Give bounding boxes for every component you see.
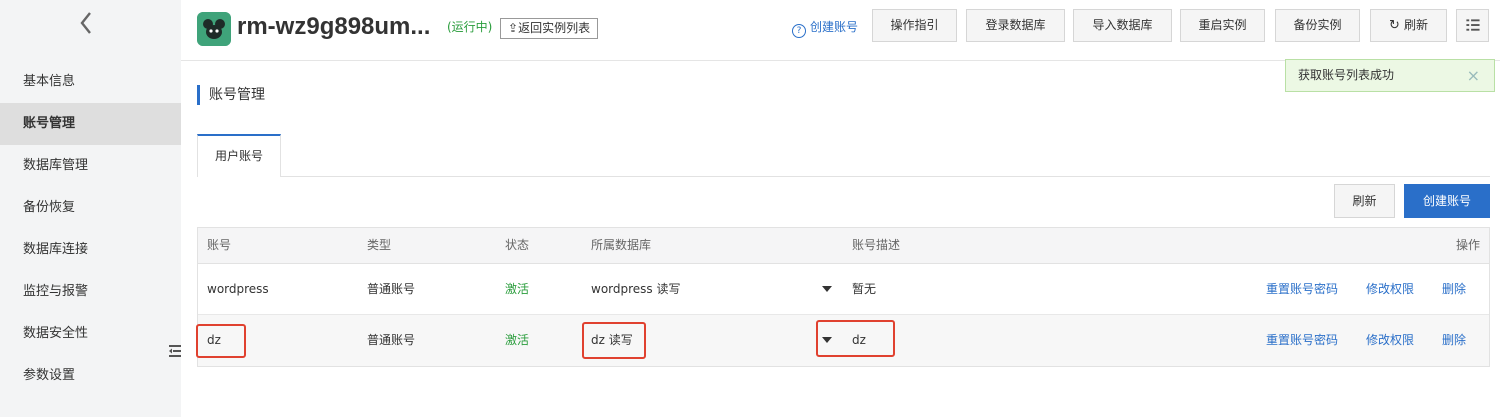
import-database-button[interactable]: 导入数据库	[1073, 9, 1172, 42]
rds-logo-icon	[197, 12, 231, 46]
instance-status-badge: (运行中)	[447, 20, 493, 34]
column-header-type: 类型	[367, 238, 392, 252]
table-row: dz 普通账号 激活 dz 读写 dz 重置账号密码 修改权限 删除	[196, 315, 1489, 366]
tab-user-accounts[interactable]: 用户账号	[197, 134, 281, 177]
column-header-account: 账号	[207, 238, 232, 252]
instance-header: rm-wz9g898um... (运行中) ⇪返回实例列表 ? 创建账号 操作指引…	[181, 0, 1500, 61]
delete-link[interactable]: 删除	[1442, 315, 1466, 365]
account-type: 普通账号	[367, 333, 416, 347]
list-menu-icon[interactable]	[1456, 9, 1489, 42]
chevron-down-icon[interactable]	[822, 286, 832, 292]
table-header: 账号 类型 状态 所属数据库 账号描述 操作	[198, 228, 1489, 264]
instance-name: rm-wz9g898um...	[237, 13, 431, 40]
close-icon[interactable]: ×	[1467, 60, 1480, 91]
operation-guide-button[interactable]: 操作指引	[872, 9, 957, 42]
column-header-actions: 操作	[1456, 238, 1481, 252]
sidebar-item-monitoring-alerts[interactable]: 监控与报警	[0, 271, 181, 313]
tab-divider	[197, 176, 1490, 177]
create-account-button[interactable]: 创建账号	[1404, 184, 1490, 218]
create-account-help-link[interactable]: ? 创建账号	[792, 18, 858, 38]
login-database-button[interactable]: 登录数据库	[966, 9, 1065, 42]
success-toast: 获取账号列表成功 ×	[1285, 59, 1495, 92]
refresh-icon: ↻	[1389, 18, 1400, 33]
account-status: 激活	[505, 282, 530, 296]
table-row: wordpress 普通账号 激活 wordpress 读写 暂无 重置账号密码…	[198, 264, 1489, 315]
account-description: 暂无	[852, 282, 877, 296]
account-name: wordpress	[207, 282, 269, 296]
page-title: 账号管理	[197, 85, 265, 105]
restart-instance-button[interactable]: 重启实例	[1180, 9, 1265, 42]
back-to-instance-list-button[interactable]: ⇪返回实例列表	[500, 18, 599, 39]
toast-message: 获取账号列表成功	[1298, 68, 1395, 82]
question-circle-icon: ?	[792, 24, 806, 38]
sidebar-item-database-management[interactable]: 数据库管理	[0, 145, 181, 187]
back-to-instance-list-label: 返回实例列表	[518, 21, 591, 35]
create-account-help-label: 创建账号	[810, 20, 859, 34]
accounts-table: 账号 类型 状态 所属数据库 账号描述 操作 wordpress 普通账号 激活…	[196, 227, 1490, 367]
sidebar-item-data-security[interactable]: 数据安全性	[0, 313, 181, 355]
account-status: 激活	[505, 333, 530, 347]
sidebar-item-parameter-settings[interactable]: 参数设置	[0, 355, 181, 397]
upload-arrow-icon: ⇪	[508, 21, 519, 35]
highlight-databases-box	[582, 322, 646, 359]
delete-link[interactable]: 删除	[1442, 264, 1466, 314]
sidebar-item-database-connection[interactable]: 数据库连接	[0, 229, 181, 271]
collapse-sidebar-icon[interactable]	[168, 343, 182, 359]
column-header-status: 状态	[505, 238, 530, 252]
column-header-description: 账号描述	[852, 238, 901, 252]
modify-permissions-link[interactable]: 修改权限	[1366, 315, 1414, 365]
refresh-button[interactable]: 刷新	[1334, 184, 1395, 218]
highlight-description-box	[816, 320, 895, 357]
backup-instance-button[interactable]: 备份实例	[1275, 9, 1360, 42]
sidebar-item-account-management[interactable]: 账号管理	[0, 103, 181, 145]
header-refresh-label: 刷新	[1403, 18, 1428, 32]
sidebar: 基本信息 账号管理 数据库管理 备份恢复 数据库连接 监控与报警 数据安全性 参…	[0, 0, 181, 417]
column-header-databases: 所属数据库	[591, 238, 652, 252]
highlight-account-box	[196, 324, 246, 358]
sidebar-item-backup-restore[interactable]: 备份恢复	[0, 187, 181, 229]
sidebar-item-basic-info[interactable]: 基本信息	[0, 61, 181, 103]
account-databases: wordpress 读写	[591, 282, 681, 296]
chevron-left-icon[interactable]	[75, 10, 99, 36]
modify-permissions-link[interactable]: 修改权限	[1366, 264, 1414, 314]
reset-password-link[interactable]: 重置账号密码	[1266, 264, 1338, 314]
account-type: 普通账号	[367, 282, 416, 296]
reset-password-link[interactable]: 重置账号密码	[1266, 315, 1338, 365]
header-refresh-button[interactable]: ↻ 刷新	[1370, 9, 1447, 42]
